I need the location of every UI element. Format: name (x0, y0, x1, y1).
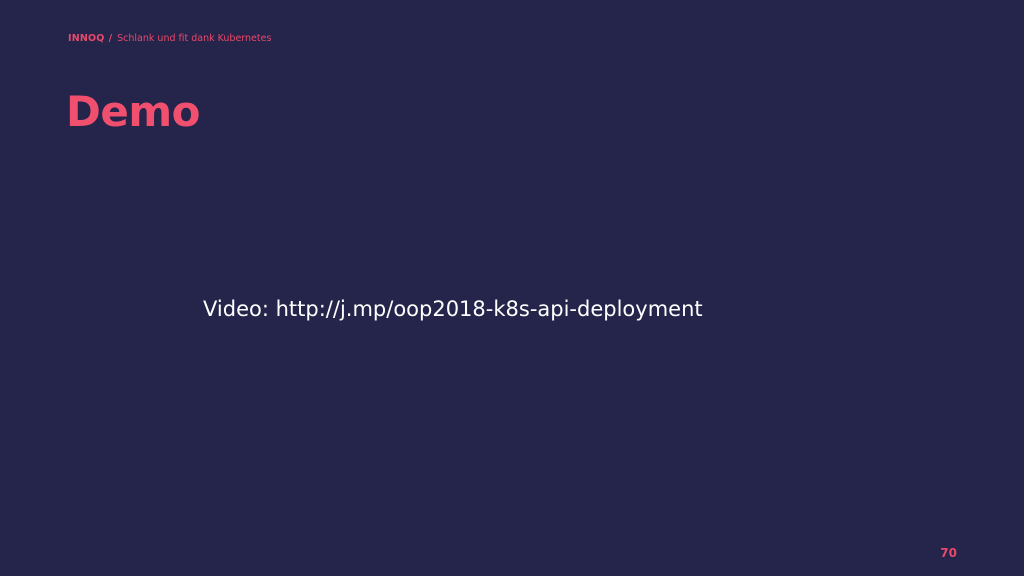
video-label: Video: (203, 297, 269, 321)
video-reference: Video: http://j.mp/oop2018-k8s-api-deplo… (203, 294, 823, 324)
brand-logo-text: INNOQ (68, 33, 105, 44)
presentation-slide: INNOQ / Schlank und fit dank Kubernetes … (0, 0, 1024, 576)
video-link[interactable]: http://j.mp/oop2018-k8s-api-deployment (276, 297, 703, 321)
slide-title: Demo (66, 87, 200, 136)
slide-header: INNOQ / Schlank und fit dank Kubernetes (68, 33, 271, 45)
talk-title: Schlank und fit dank Kubernetes (117, 33, 272, 44)
header-separator: / (108, 33, 113, 44)
page-number: 70 (940, 546, 957, 560)
